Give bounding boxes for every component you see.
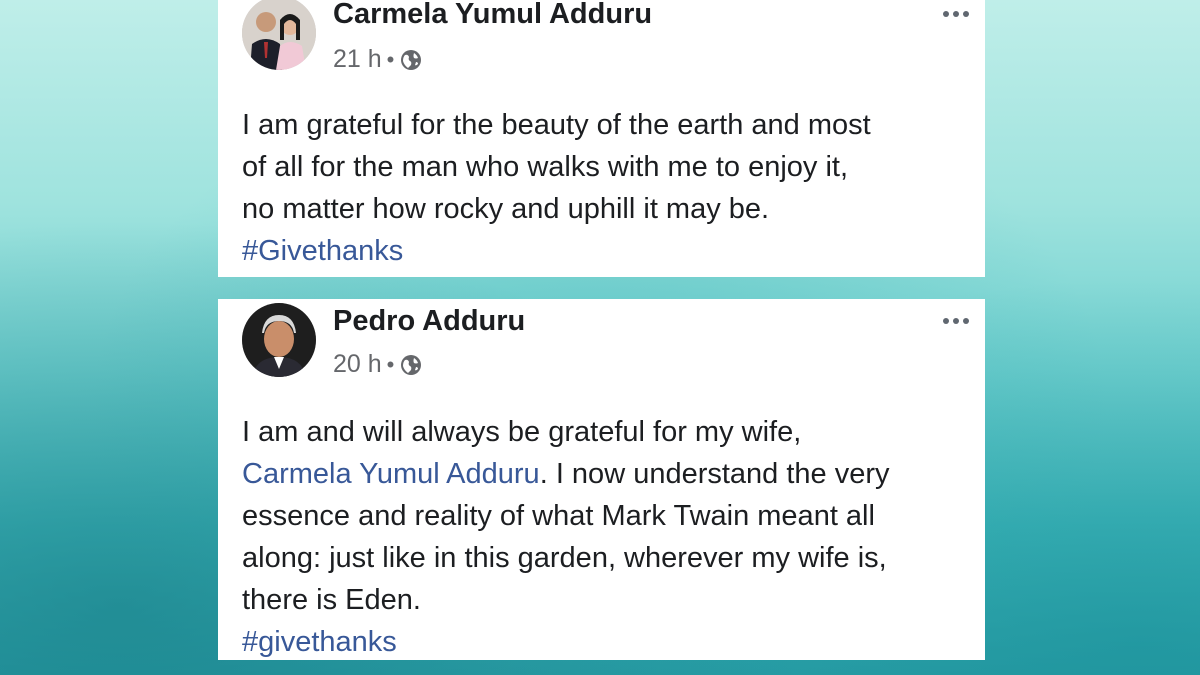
avatar-pedro[interactable] [242, 303, 316, 377]
post-meta: 20 h • [333, 350, 423, 379]
avatar-photo-couple [242, 0, 316, 70]
globe-icon [399, 353, 423, 377]
post-author[interactable]: Pedro Adduru [333, 305, 525, 338]
hashtag-link[interactable]: #givethanks [242, 621, 977, 663]
post-line: essence and reality of what Mark Twain m… [242, 500, 875, 532]
post-line-tail: . I now understand the very [539, 458, 890, 490]
more-options-icon[interactable] [941, 4, 975, 20]
avatar-carmela[interactable] [242, 0, 316, 70]
globe-icon [399, 48, 423, 72]
more-options-icon[interactable] [941, 311, 975, 327]
post-line: of all for the man who walks with me to … [242, 151, 849, 183]
post-timestamp[interactable]: 20 h [333, 350, 382, 379]
post-line: Carmela Yumul Adduru. I now understand t… [242, 453, 977, 495]
post-card-pedro: Pedro Adduru 20 h • I am and will always… [218, 299, 985, 660]
hashtag-link[interactable]: #Givethanks [242, 230, 977, 272]
post-timestamp[interactable]: 21 h [333, 45, 382, 74]
meta-separator: • [386, 351, 395, 377]
post-body: I am grateful for the beauty of the eart… [242, 104, 977, 272]
post-line: there is Eden. [242, 584, 421, 616]
meta-separator: • [386, 46, 395, 72]
mention-link[interactable]: Carmela Yumul Adduru [242, 458, 540, 490]
post-meta: 21 h • [333, 45, 423, 74]
avatar-photo-man [242, 303, 316, 377]
post-line: I am grateful for the beauty of the eart… [242, 109, 871, 141]
post-body: I am and will always be grateful for my … [242, 411, 977, 663]
post-author[interactable]: Carmela Yumul Adduru [333, 0, 652, 31]
post-line: no matter how rocky and uphill it may be… [242, 193, 770, 225]
post-line: I am and will always be grateful for my … [242, 416, 802, 448]
post-line: along: just like in this garden, whereve… [242, 542, 887, 574]
post-card-carmela: Carmela Yumul Adduru 21 h • I am gratefu… [218, 0, 985, 277]
